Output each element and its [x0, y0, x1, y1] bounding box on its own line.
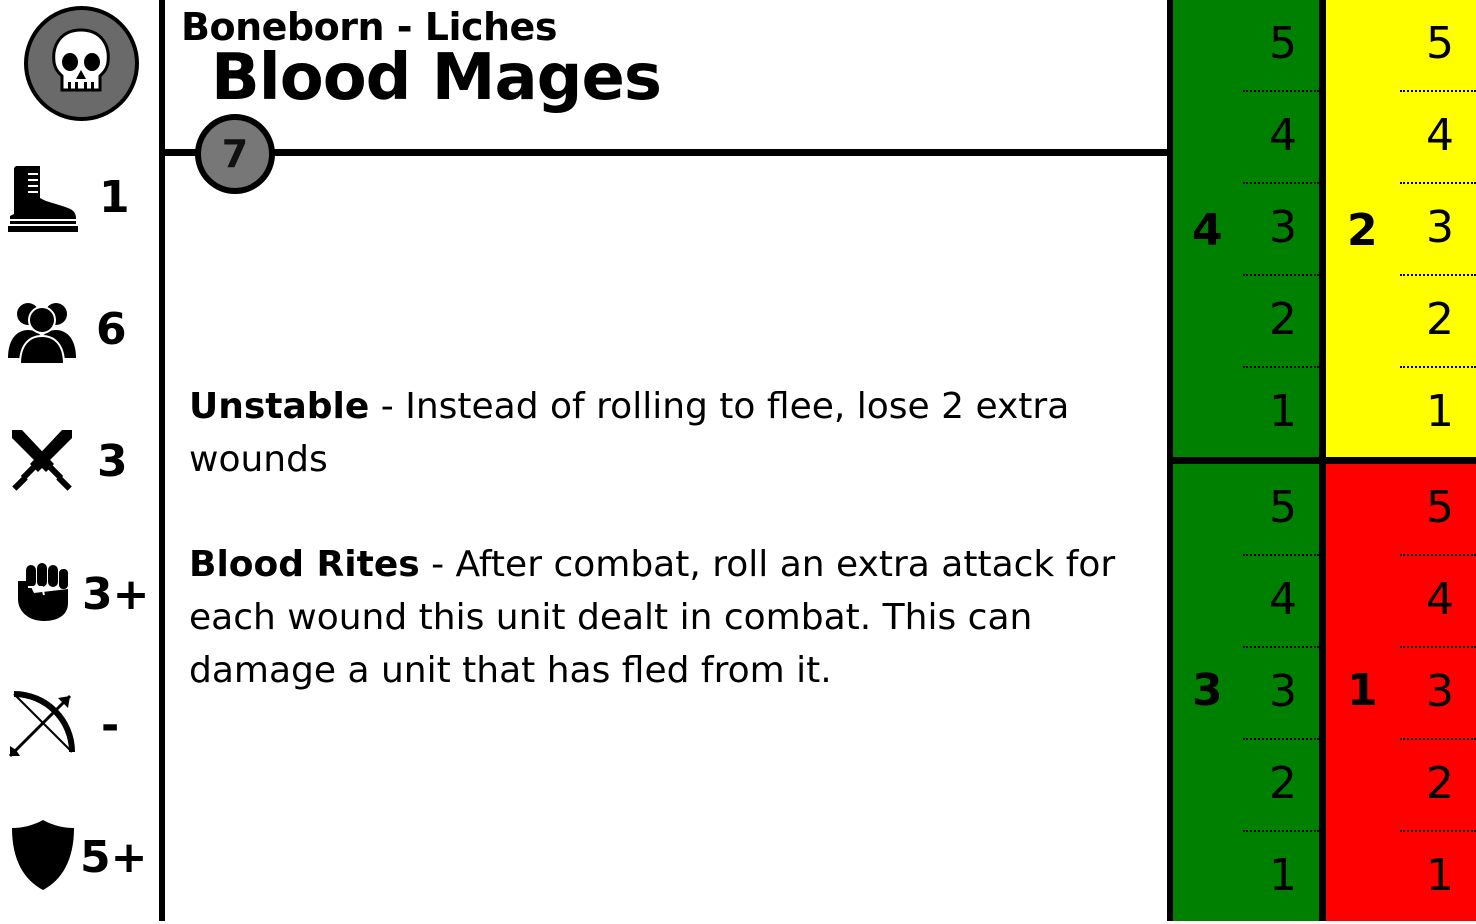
stat-defense: 5+ — [0, 810, 159, 910]
track-cell-number: 3 — [1426, 202, 1454, 253]
track-cell: 2 — [1326, 740, 1476, 832]
stat-column: 1 6 3 3+ - 5+ — [0, 0, 159, 921]
track-cell-number: 5 — [1426, 18, 1454, 69]
track-cell-number: 1 — [1269, 386, 1297, 437]
crossed-swords-icon — [12, 430, 72, 491]
bow-icon — [8, 691, 75, 758]
stat-melee: 3+ — [0, 545, 159, 645]
track-cell: 5 — [1326, 464, 1476, 556]
track-cell-number: 4 — [1269, 574, 1297, 625]
track-cell: 3 — [1326, 184, 1476, 276]
track-cell-number: 5 — [1426, 482, 1454, 533]
track-cell-number: 4 — [1426, 574, 1454, 625]
track-cell: 3 — [1326, 648, 1476, 740]
track-cell-number: 2 — [1269, 758, 1297, 809]
shield-icon — [12, 820, 74, 890]
rules-text: Unstable - Instead of rolling to flee, l… — [189, 380, 1149, 749]
track-cell-number: 3 — [1269, 202, 1297, 253]
stat-defense-value: 5+ — [80, 832, 148, 883]
column-divider — [159, 0, 165, 921]
cost-value: 7 — [221, 132, 249, 176]
track-block-top-left: 4 54321 — [1173, 0, 1319, 457]
track-block-bottom-left: 3 54321 — [1173, 464, 1319, 921]
stat-models: 6 — [0, 280, 159, 380]
track-cell: 1 — [1326, 368, 1476, 460]
stat-move-value: 1 — [99, 172, 130, 223]
track-cell: 2 — [1173, 276, 1319, 368]
track-cell: 2 — [1173, 740, 1319, 832]
track-cell-number: 2 — [1269, 294, 1297, 345]
fist-icon — [18, 563, 68, 621]
track-cell-number: 2 — [1426, 294, 1454, 345]
track-cell-number: 4 — [1426, 110, 1454, 161]
track-cell: 3 — [1173, 648, 1319, 740]
track-cell: 4 — [1326, 92, 1476, 184]
track-block-bottom-right: 1 54321 — [1326, 464, 1476, 921]
track-cell: 4 — [1326, 556, 1476, 648]
stat-ranged: - — [0, 678, 159, 778]
rule-unstable: Unstable - Instead of rolling to flee, l… — [189, 380, 1149, 486]
track-cell: 5 — [1173, 0, 1319, 92]
track-block-top-right: 2 54321 — [1326, 0, 1476, 457]
faction-badge — [24, 6, 139, 121]
stat-move: 1 — [0, 150, 159, 250]
track-cell: 4 — [1173, 556, 1319, 648]
track-cell: 2 — [1326, 276, 1476, 368]
track-cell-number: 3 — [1426, 666, 1454, 717]
stat-models-value: 6 — [96, 304, 127, 355]
header-rule — [165, 149, 1167, 156]
track-cell-number: 5 — [1269, 18, 1297, 69]
track-cell: 5 — [1326, 0, 1476, 92]
track-cell: 3 — [1173, 184, 1319, 276]
stat-melee-value: 3+ — [82, 569, 150, 620]
cost-badge: 7 — [195, 114, 275, 194]
track-cell-number: 5 — [1269, 482, 1297, 533]
track-cell: 1 — [1173, 832, 1319, 924]
track-cell: 1 — [1173, 368, 1319, 460]
boot-icon — [8, 166, 78, 232]
track-cell-number: 1 — [1426, 386, 1454, 437]
stat-attacks-value: 3 — [97, 436, 128, 487]
track-cell-number: 1 — [1269, 850, 1297, 901]
track-cell-number: 4 — [1269, 110, 1297, 161]
rule-name: Unstable — [189, 386, 370, 427]
track-cell-number: 1 — [1426, 850, 1454, 901]
stat-ranged-value: - — [101, 700, 120, 751]
wound-track: 4 54321 2 54321 3 54321 1 54321 — [1167, 0, 1476, 921]
skull-icon — [52, 28, 110, 92]
track-cell-number: 2 — [1426, 758, 1454, 809]
track-cell: 4 — [1173, 92, 1319, 184]
track-cell: 5 — [1173, 464, 1319, 556]
unit-title: Blood Mages — [211, 41, 662, 115]
stat-attacks: 3 — [0, 412, 159, 512]
rule-name: Blood Rites — [189, 544, 420, 585]
track-cell: 1 — [1326, 832, 1476, 924]
track-cell-number: 3 — [1269, 666, 1297, 717]
group-icon — [8, 303, 76, 365]
rule-blood-rites: Blood Rites - After combat, roll an extr… — [189, 538, 1149, 697]
